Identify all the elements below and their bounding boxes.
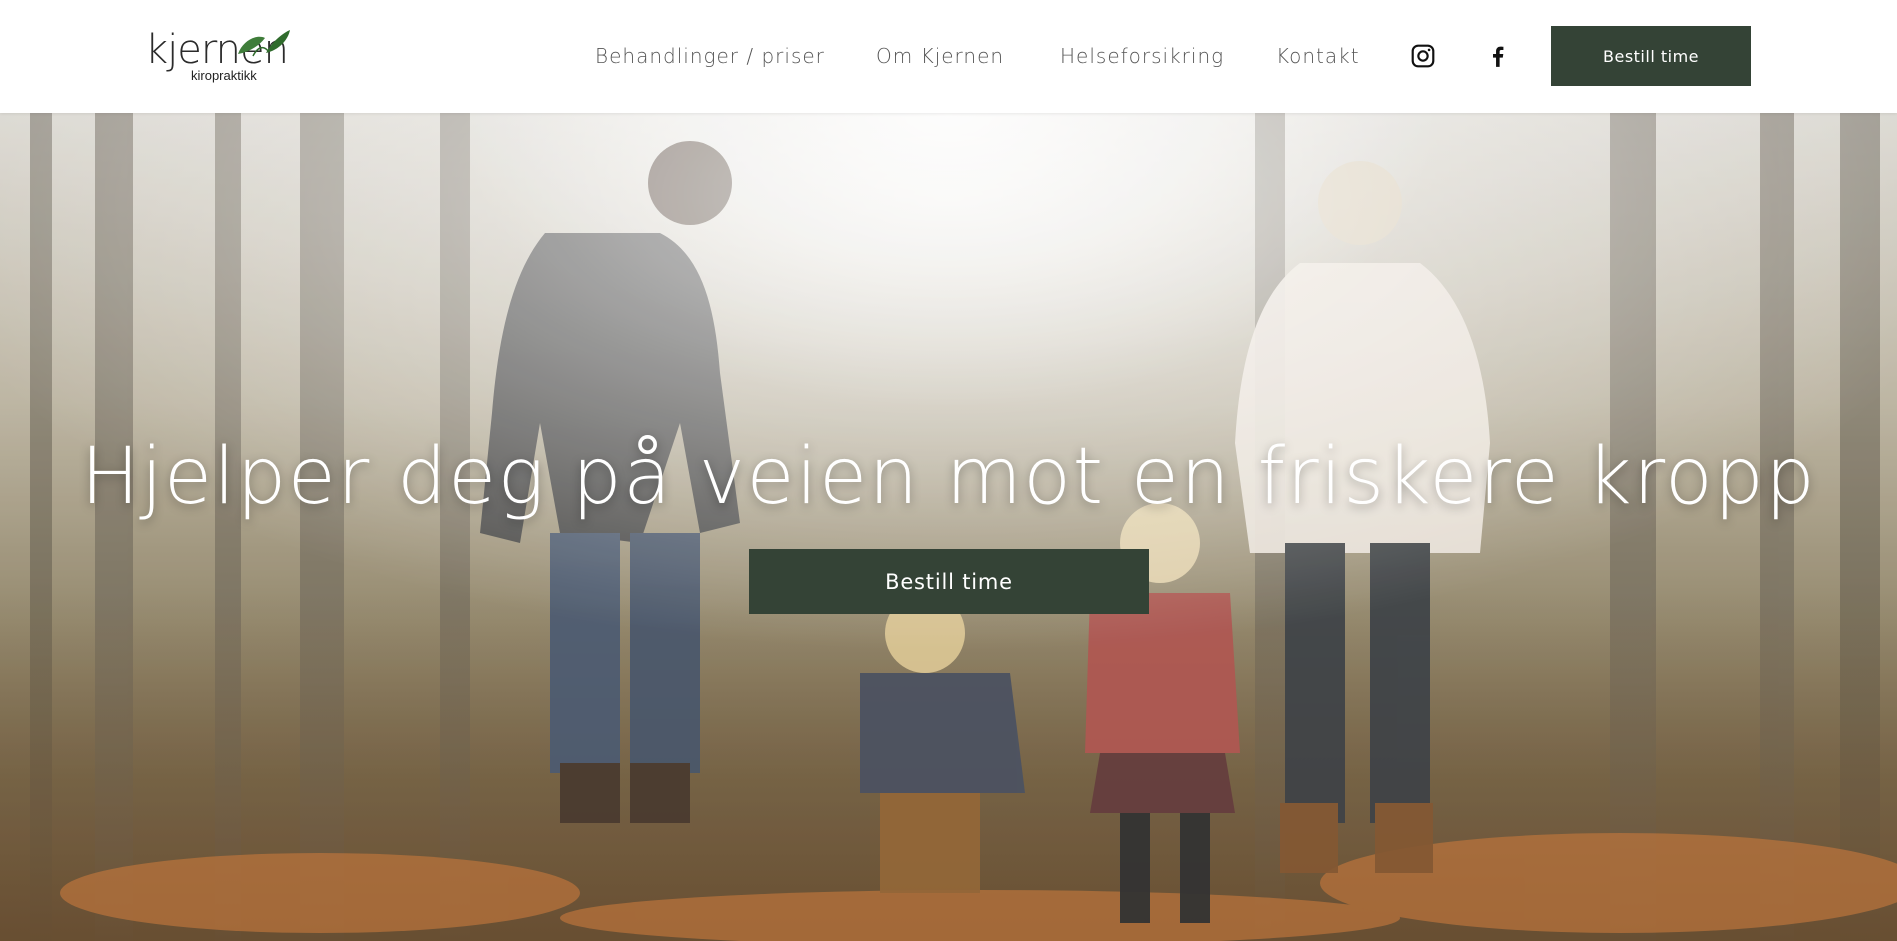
hero-section: Hjelper deg på veien mot en friskere kro… [0, 113, 1897, 941]
facebook-icon[interactable] [1485, 43, 1511, 69]
main-navigation: Behandlinger / priser Om Kjernen Helsefo… [0, 0, 1897, 113]
nav-helseforsikring[interactable]: Helseforsikring [1060, 44, 1224, 68]
book-appointment-button[interactable]: Bestill time [1551, 26, 1751, 86]
nav-kontakt[interactable]: Kontakt [1276, 44, 1360, 68]
hero-title: Hjelper deg på veien mot en friskere kro… [80, 432, 1817, 522]
instagram-icon[interactable] [1410, 43, 1436, 69]
site-header: kjernen kiropraktikk Behandlinger / pris… [0, 0, 1897, 113]
hero-background-image [0, 113, 1897, 941]
hero-book-appointment-button[interactable]: Bestill time [749, 549, 1149, 614]
nav-om-kjernen[interactable]: Om Kjernen [876, 44, 1004, 68]
nav-behandlinger[interactable]: Behandlinger / priser [595, 44, 825, 68]
